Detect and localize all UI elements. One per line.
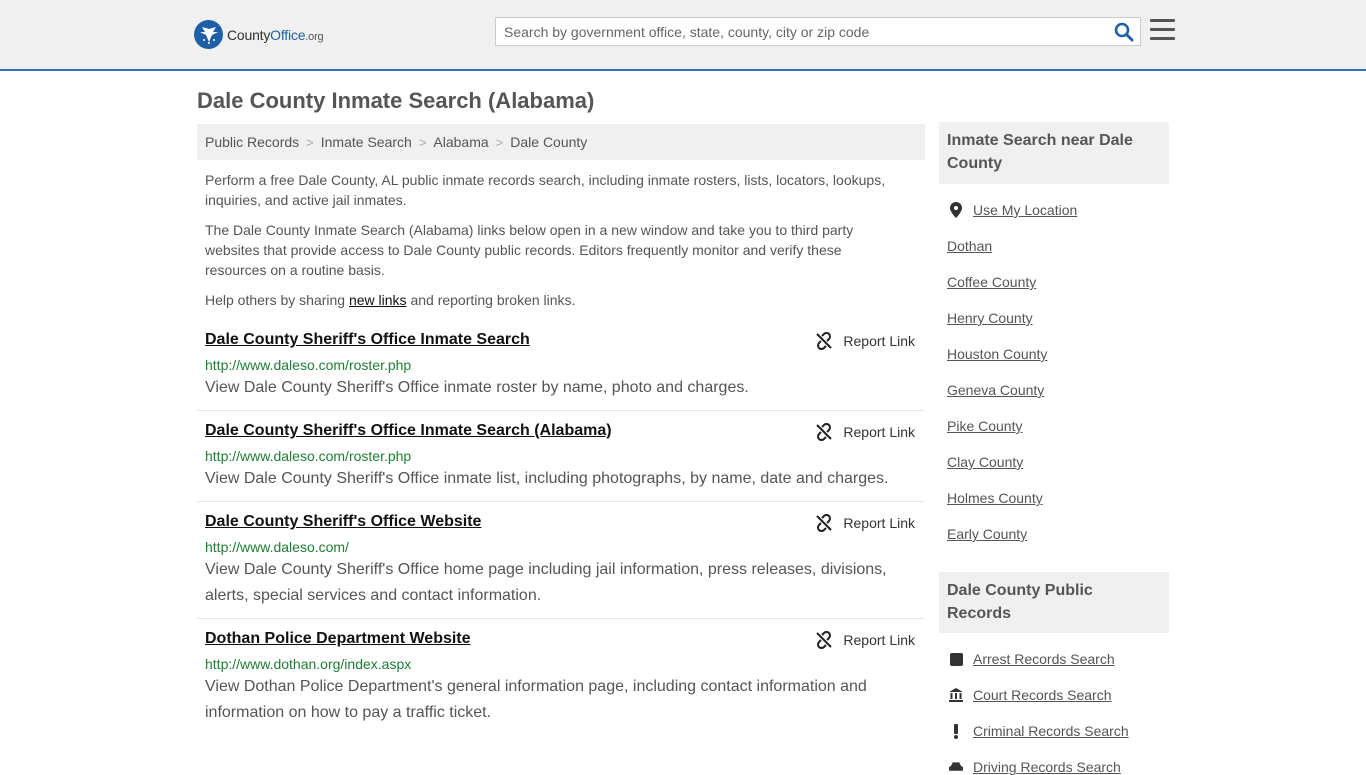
result-url: http://www.daleso.com/roster.php xyxy=(205,448,412,464)
court-records-link[interactable]: Court Records Search xyxy=(949,687,1112,703)
hamburger-menu-icon[interactable] xyxy=(1150,19,1175,41)
result-item: Dale County Sheriff's Office Inmate Sear… xyxy=(197,422,925,502)
search-icon[interactable] xyxy=(1114,22,1134,42)
nearby-link-henry-county[interactable]: Henry County xyxy=(947,310,1033,326)
result-description: View Dale County Sheriff's Office inmate… xyxy=(205,379,749,396)
search-input[interactable] xyxy=(496,18,1106,45)
logo-tld: .org xyxy=(305,30,324,43)
nearby-heading: Inmate Search near Dale County xyxy=(939,122,1169,184)
logo-main: County xyxy=(227,26,271,43)
result-item: Dale County Sheriff's Office Website Rep… xyxy=(197,513,925,619)
share-text-end: and reporting broken links. xyxy=(406,292,576,308)
nearby-link-geneva-county[interactable]: Geneva County xyxy=(947,382,1044,398)
result-url: http://www.daleso.com/roster.php xyxy=(205,357,412,373)
nearby-link-clay-county[interactable]: Clay County xyxy=(947,454,1023,470)
report-link-button[interactable]: Report Link xyxy=(815,514,915,532)
nearby-link-early-county[interactable]: Early County xyxy=(947,526,1027,542)
breadcrumb-alabama[interactable]: Alabama xyxy=(433,134,488,150)
court-records-label: Court Records Search xyxy=(973,687,1112,703)
broken-link-icon xyxy=(816,514,833,532)
criminal-records-link[interactable]: Criminal Records Search xyxy=(949,723,1129,739)
report-link-label: Report Link xyxy=(843,333,915,349)
nearby-link-holmes-county[interactable]: Holmes County xyxy=(947,490,1043,506)
report-link-label: Report Link xyxy=(843,424,915,440)
nearby-link-houston-county[interactable]: Houston County xyxy=(947,346,1047,362)
result-description: View Dale County Sheriff's Office inmate… xyxy=(205,470,889,487)
car-icon xyxy=(949,761,963,773)
breadcrumb-inmate-search[interactable]: Inmate Search xyxy=(321,134,412,150)
logo-accent: Office xyxy=(270,26,306,43)
map-marker-icon xyxy=(949,202,963,218)
breadcrumb-separator: > xyxy=(306,134,314,150)
report-link-button[interactable]: Report Link xyxy=(815,423,915,441)
result-url: http://www.dothan.org/index.aspx xyxy=(205,656,412,672)
broken-link-icon xyxy=(816,631,833,649)
result-url: http://www.daleso.com/ xyxy=(205,539,349,555)
result-title-link[interactable]: Dale County Sheriff's Office Inmate Sear… xyxy=(205,422,612,440)
report-link-label: Report Link xyxy=(843,515,915,531)
courthouse-icon xyxy=(949,688,963,702)
exclamation-icon xyxy=(949,723,963,739)
use-my-location-link[interactable]: Use My Location xyxy=(949,202,1077,218)
report-link-label: Report Link xyxy=(843,632,915,648)
public-records-heading: Dale County Public Records xyxy=(939,572,1169,633)
result-description: View Dothan Police Department's general … xyxy=(205,678,867,721)
square-icon xyxy=(949,652,963,666)
eagle-logo-icon xyxy=(194,20,223,49)
broken-link-icon xyxy=(816,332,833,350)
share-text: Help others by sharing xyxy=(205,292,349,308)
breadcrumb-dale-county[interactable]: Dale County xyxy=(510,134,587,150)
result-title-link[interactable]: Dale County Sheriff's Office Inmate Sear… xyxy=(205,331,530,349)
broken-link-icon xyxy=(816,423,833,441)
nearby-link-pike-county[interactable]: Pike County xyxy=(947,418,1022,434)
criminal-records-label: Criminal Records Search xyxy=(973,723,1129,739)
result-title-link[interactable]: Dothan Police Department Website xyxy=(205,630,471,648)
breadcrumb-separator: > xyxy=(418,134,427,150)
site-logo[interactable]: CountyOffice.org xyxy=(194,20,324,49)
page-title: Dale County Inmate Search (Alabama) xyxy=(197,88,595,113)
site-search xyxy=(495,17,1141,46)
report-link-button[interactable]: Report Link xyxy=(815,631,915,649)
logo-wordmark: CountyOffice.org xyxy=(227,26,324,43)
report-link-button[interactable]: Report Link xyxy=(815,332,915,350)
result-item: Dale County Sheriff's Office Inmate Sear… xyxy=(197,331,925,411)
breadcrumb: Public Records > Inmate Search > Alabama… xyxy=(197,124,925,160)
intro-paragraph: Perform a free Dale County, AL public in… xyxy=(205,172,886,208)
nearby-link-coffee-county[interactable]: Coffee County xyxy=(947,274,1036,290)
nearby-link-dothan[interactable]: Dothan xyxy=(947,238,992,254)
new-links-link[interactable]: new links xyxy=(349,292,407,308)
driving-records-label: Driving Records Search xyxy=(973,759,1121,775)
arrest-records-link[interactable]: Arrest Records Search xyxy=(949,651,1115,667)
disclaimer-paragraph: The Dale County Inmate Search (Alabama) … xyxy=(205,222,854,278)
share-paragraph: Help others by sharing new links and rep… xyxy=(205,290,905,310)
result-description: View Dale County Sheriff's Office home p… xyxy=(205,561,887,604)
site-header: CountyOffice.org xyxy=(0,0,1366,71)
use-my-location-label: Use My Location xyxy=(973,202,1078,218)
result-title-link[interactable]: Dale County Sheriff's Office Website xyxy=(205,513,481,531)
driving-records-link[interactable]: Driving Records Search xyxy=(949,759,1121,775)
result-item: Dothan Police Department Website Report … xyxy=(197,630,925,736)
arrest-records-label: Arrest Records Search xyxy=(973,651,1115,667)
breadcrumb-separator: > xyxy=(495,134,504,150)
breadcrumb-public-records[interactable]: Public Records xyxy=(205,134,299,150)
